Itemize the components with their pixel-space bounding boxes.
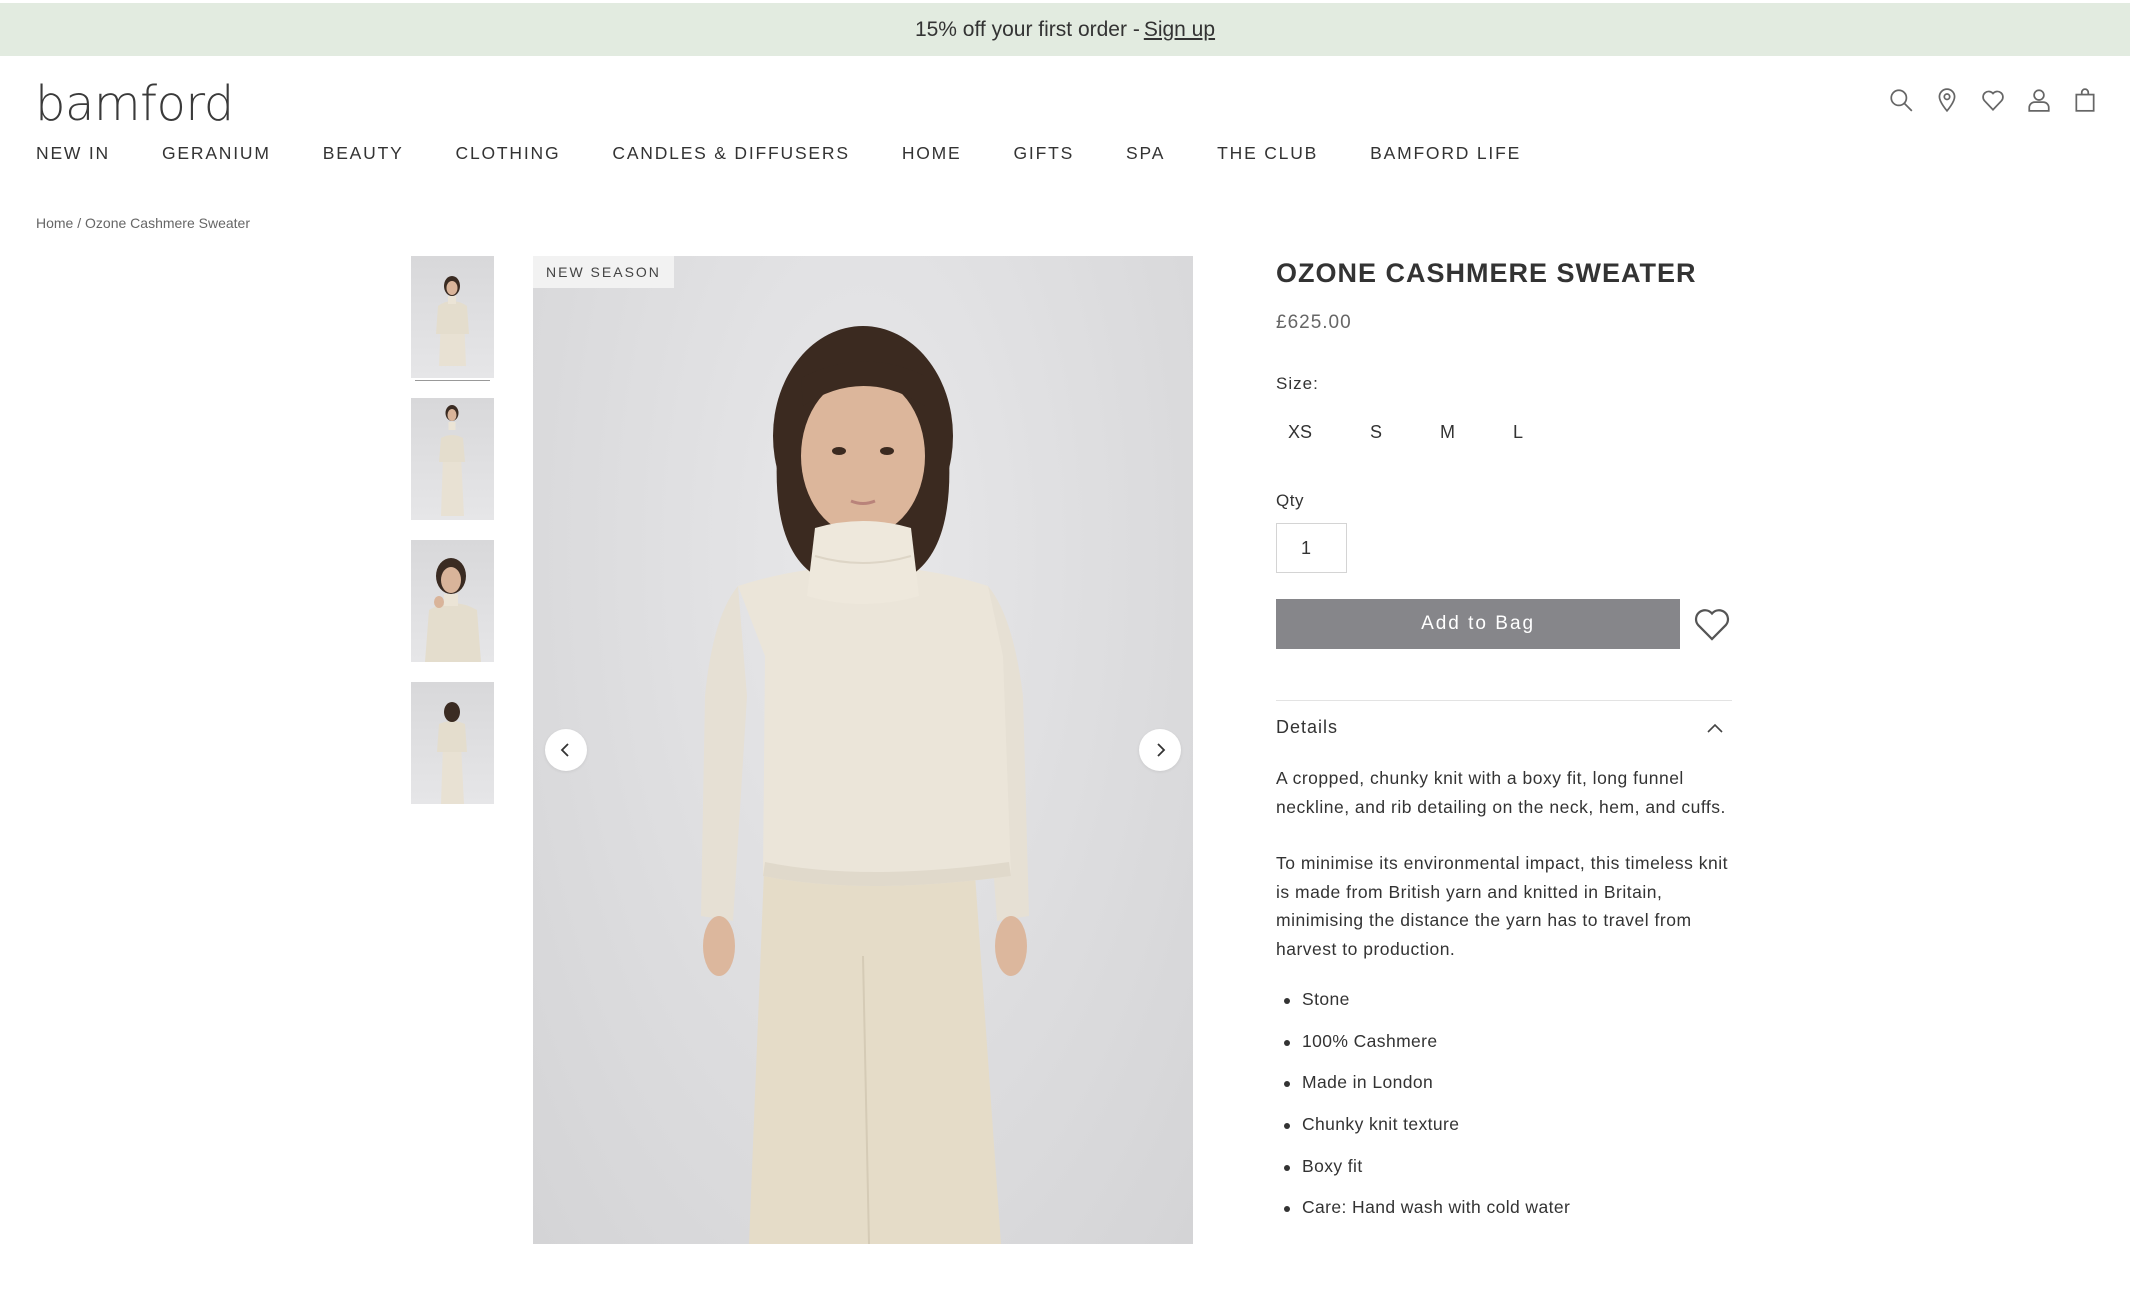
new-season-badge: NEW SEASON bbox=[533, 256, 674, 288]
wishlist-button[interactable] bbox=[1692, 603, 1732, 645]
main-nav: NEW IN GERANIUM BEAUTY CLOTHING CANDLES … bbox=[36, 143, 1573, 164]
qty-label: Qty bbox=[1276, 491, 1304, 510]
user-icon[interactable] bbox=[2026, 86, 2052, 114]
search-icon[interactable] bbox=[1888, 86, 1914, 114]
list-item: Care: Hand wash with cold water bbox=[1276, 1197, 1732, 1239]
details-accordion-header[interactable]: Details bbox=[1276, 717, 1732, 738]
model-illustration bbox=[701, 326, 1029, 1244]
list-item: Chunky knit texture bbox=[1276, 1114, 1732, 1156]
promo-banner: 15% off your first order - Sign up bbox=[0, 3, 2130, 56]
nav-item-clothing[interactable]: CLOTHING bbox=[456, 143, 561, 164]
nav-item-beauty[interactable]: BEAUTY bbox=[323, 143, 404, 164]
list-item: 100% Cashmere bbox=[1276, 1031, 1732, 1073]
description-paragraph-2: To minimise its environmental impact, th… bbox=[1276, 853, 1729, 959]
size-label: Size: bbox=[1276, 374, 1319, 393]
nav-item-geranium[interactable]: GERANIUM bbox=[162, 143, 271, 164]
chevron-right-icon bbox=[1157, 743, 1166, 757]
product-price: £625.00 bbox=[1276, 312, 1352, 333]
thumbnail-4[interactable] bbox=[411, 682, 494, 804]
shopping-bag-icon[interactable] bbox=[2072, 86, 2098, 114]
chevron-left-icon bbox=[560, 743, 569, 757]
details-divider bbox=[1276, 700, 1732, 701]
header-actions bbox=[1888, 86, 2098, 114]
product-features-list: Stone 100% Cashmere Made in London Chunk… bbox=[1276, 989, 1732, 1239]
nav-item-home[interactable]: HOME bbox=[902, 143, 962, 164]
breadcrumb-separator: / bbox=[73, 215, 86, 231]
heart-icon bbox=[1695, 609, 1730, 641]
heart-icon[interactable] bbox=[1980, 86, 2006, 114]
thumbnail-3[interactable] bbox=[411, 540, 494, 662]
next-image-button[interactable] bbox=[1139, 729, 1181, 771]
list-item: Stone bbox=[1276, 989, 1732, 1031]
promo-text: 15% off your first order - bbox=[914, 17, 1140, 41]
previous-image-button[interactable] bbox=[545, 729, 587, 771]
thumbnail-1[interactable] bbox=[411, 256, 494, 378]
nav-item-bamford-life[interactable]: BAMFORD LIFE bbox=[1370, 143, 1521, 164]
thumbnail-2[interactable] bbox=[411, 398, 494, 520]
quantity-input[interactable] bbox=[1276, 523, 1347, 573]
purchase-row: Add to Bag bbox=[1276, 599, 1732, 649]
product-info: OZONE CASHMERE SWEATER £625.00 Size: XS … bbox=[1276, 256, 1732, 1239]
size-option-xs[interactable]: XS bbox=[1288, 422, 1312, 443]
details-label: Details bbox=[1276, 717, 1339, 737]
product-main-image: NEW SEASON bbox=[533, 256, 1193, 1244]
breadcrumb: Home / Ozone Cashmere Sweater bbox=[36, 215, 250, 231]
list-item: Boxy fit bbox=[1276, 1156, 1732, 1198]
location-pin-icon[interactable] bbox=[1934, 86, 1960, 114]
logo[interactable]: bamford bbox=[35, 76, 234, 132]
breadcrumb-current: Ozone Cashmere Sweater bbox=[85, 215, 250, 231]
description-paragraph-1: A cropped, chunky knit with a boxy fit, … bbox=[1276, 768, 1726, 817]
nav-item-spa[interactable]: SPA bbox=[1126, 143, 1165, 164]
product-title: OZONE CASHMERE SWEATER bbox=[1276, 258, 1697, 288]
size-option-l[interactable]: L bbox=[1513, 422, 1523, 443]
nav-item-new-in[interactable]: NEW IN bbox=[36, 143, 110, 164]
size-option-m[interactable]: M bbox=[1440, 422, 1455, 443]
size-option-s[interactable]: S bbox=[1370, 422, 1382, 443]
list-item: Made in London bbox=[1276, 1072, 1732, 1114]
nav-item-the-club[interactable]: THE CLUB bbox=[1217, 143, 1318, 164]
sign-up-link[interactable]: Sign up bbox=[1144, 18, 1215, 42]
chevron-up-icon bbox=[1707, 723, 1723, 733]
nav-item-gifts[interactable]: GIFTS bbox=[1014, 143, 1075, 164]
nav-item-candles-diffusers[interactable]: CANDLES & DIFFUSERS bbox=[612, 143, 849, 164]
breadcrumb-home[interactable]: Home bbox=[36, 215, 73, 231]
size-selector: XS S M L bbox=[1276, 422, 1732, 443]
add-to-bag-button[interactable]: Add to Bag bbox=[1276, 599, 1681, 649]
thumbnail-list bbox=[411, 256, 494, 824]
